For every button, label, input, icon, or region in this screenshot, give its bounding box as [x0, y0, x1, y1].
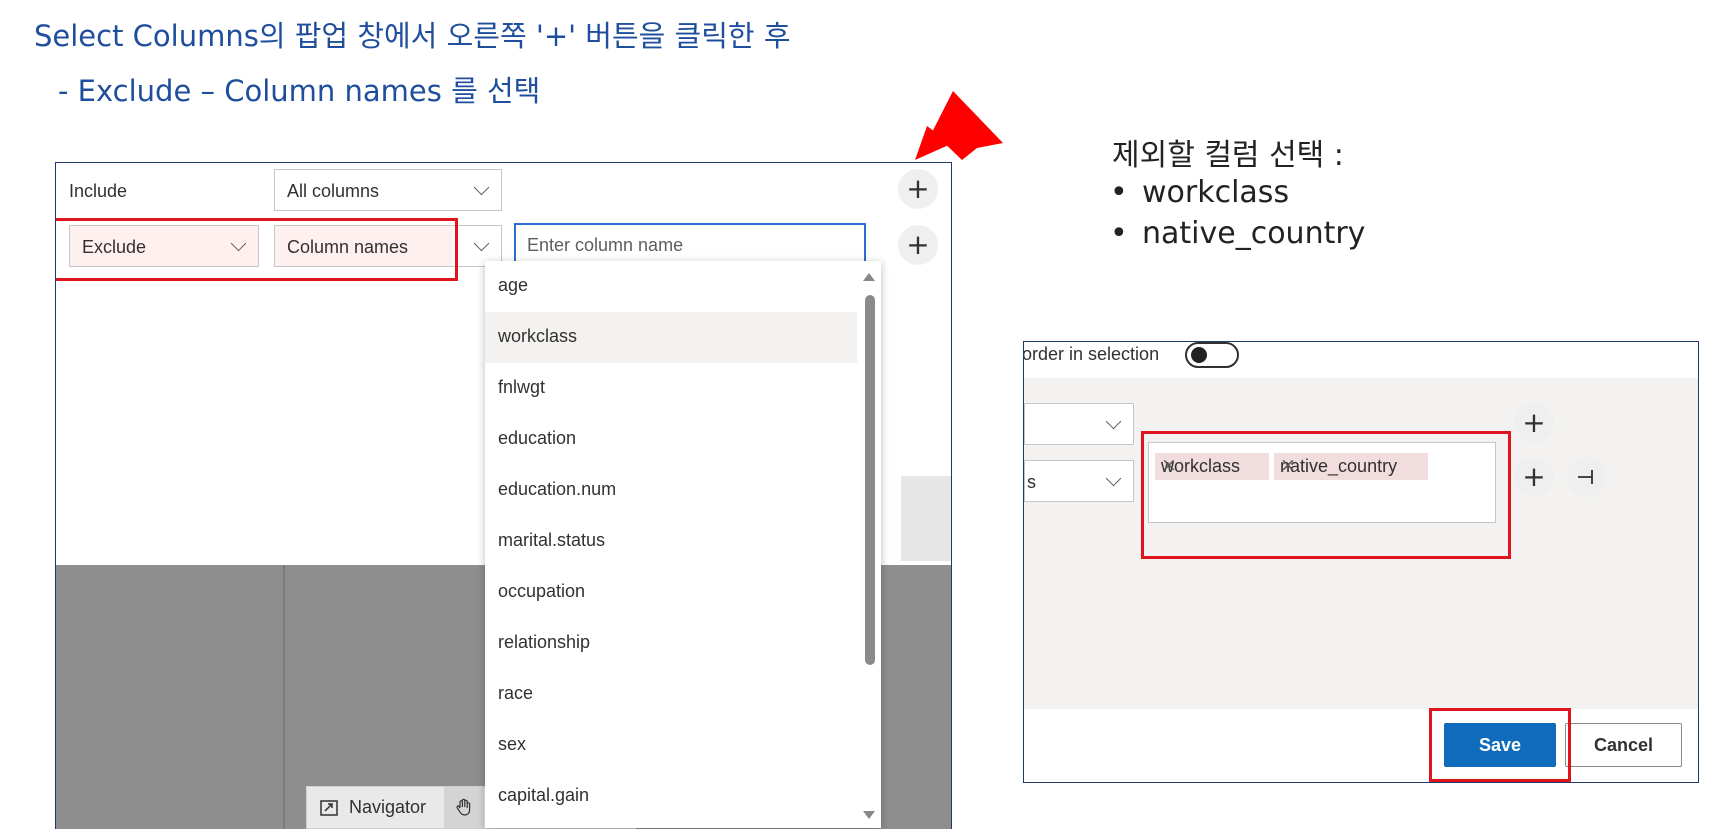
- bullet-icon: •: [1110, 216, 1128, 251]
- list-item[interactable]: education: [485, 414, 857, 465]
- list-item-label: capital.gain: [498, 785, 590, 805]
- exclude-note-title: 제외할 컬럼 선택 :: [1112, 138, 1344, 173]
- chevron-down-icon: [1105, 413, 1122, 430]
- list-item[interactable]: relationship: [485, 618, 857, 669]
- hand-tool-button[interactable]: [444, 787, 484, 828]
- cancel-button[interactable]: Cancel: [1565, 723, 1682, 767]
- column-names-dropdown[interactable]: s: [1024, 460, 1134, 502]
- chevron-down-icon: [473, 235, 490, 252]
- scroll-up-icon[interactable]: [863, 273, 875, 281]
- bullet-text: workclass: [1142, 175, 1290, 210]
- collapse-icon: [1578, 470, 1593, 484]
- select-columns-dialog-result: order in selection + s workclass × nativ…: [1023, 341, 1699, 783]
- divider: [283, 565, 285, 829]
- list-item-label: age: [498, 275, 529, 295]
- instruction-line-2: - Exclude – Column names 를 선택: [58, 74, 541, 108]
- order-toggle[interactable]: [1185, 342, 1239, 368]
- column-suggestion-list: age workclass fnlwgt education education…: [485, 261, 881, 828]
- column-names-dropdown-value: s: [1027, 472, 1036, 492]
- chevron-down-icon: [1105, 470, 1122, 487]
- include-dropdown-value: All columns: [287, 181, 380, 201]
- scroll-down-icon[interactable]: [863, 811, 875, 819]
- list-item-label: sex: [498, 734, 527, 754]
- bullet-icon: •: [1110, 175, 1128, 210]
- list-item[interactable]: workclass: [485, 312, 857, 363]
- list-item[interactable]: fnlwgt: [485, 363, 857, 414]
- list-item-label: relationship: [498, 632, 591, 652]
- list-item-label: workclass: [498, 326, 578, 346]
- list-item[interactable]: capital.gain: [485, 771, 857, 822]
- plus-icon: +: [1522, 460, 1546, 493]
- list-item[interactable]: occupation: [485, 567, 857, 618]
- collapse-button[interactable]: [1567, 457, 1607, 497]
- exclude-note-bullet: • workclass: [1110, 175, 1289, 210]
- list-item[interactable]: education.num: [485, 465, 857, 516]
- rule-dropdown[interactable]: [1024, 403, 1134, 445]
- bullet-text: native_country: [1142, 216, 1366, 251]
- list-item[interactable]: age: [485, 261, 857, 312]
- add-column-button[interactable]: +: [898, 225, 938, 265]
- add-column-button[interactable]: +: [1514, 457, 1554, 497]
- plus-icon: +: [906, 228, 930, 261]
- list-item-label: education: [498, 428, 577, 448]
- hand-icon: [456, 798, 471, 816]
- navigator-label: Navigator: [349, 797, 427, 817]
- scrollbar[interactable]: [859, 261, 881, 828]
- list-item[interactable]: race: [485, 669, 857, 720]
- list-item[interactable]: sex: [485, 720, 857, 771]
- exclude-note-bullet: • native_country: [1110, 216, 1365, 251]
- column-name-input-placeholder: Enter column name: [527, 235, 684, 255]
- add-rule-button[interactable]: +: [898, 169, 938, 209]
- add-rule-button[interactable]: +: [1514, 403, 1554, 443]
- navigator-icon[interactable]: [319, 798, 339, 818]
- order-in-selection-label: order in selection: [1023, 344, 1160, 364]
- highlight-box-save: [1429, 708, 1571, 782]
- chevron-down-icon: [473, 179, 490, 196]
- list-item-label: occupation: [498, 581, 586, 601]
- list-item-label: race: [498, 683, 534, 703]
- list-item-label: marital.status: [498, 530, 606, 550]
- plus-icon: +: [1522, 406, 1546, 439]
- toggle-knob: [1191, 347, 1207, 363]
- plus-icon: +: [906, 172, 930, 205]
- red-arrow-icon: [915, 91, 1003, 160]
- scroll-thumb[interactable]: [865, 295, 875, 665]
- list-item[interactable]: marital.status: [485, 516, 857, 567]
- instruction-line-1: Select Columns의 팝업 창에서 오른쪽 '+' 버튼을 클릭한 후: [34, 19, 791, 53]
- side-strip: [901, 476, 951, 561]
- include-label: Include: [69, 181, 128, 201]
- list-item-label: education.num: [498, 479, 617, 499]
- list-item-label: fnlwgt: [498, 377, 546, 397]
- include-dropdown[interactable]: All columns: [274, 169, 502, 211]
- highlight-box-exclude: [56, 218, 458, 281]
- highlight-box-tags: [1141, 431, 1511, 559]
